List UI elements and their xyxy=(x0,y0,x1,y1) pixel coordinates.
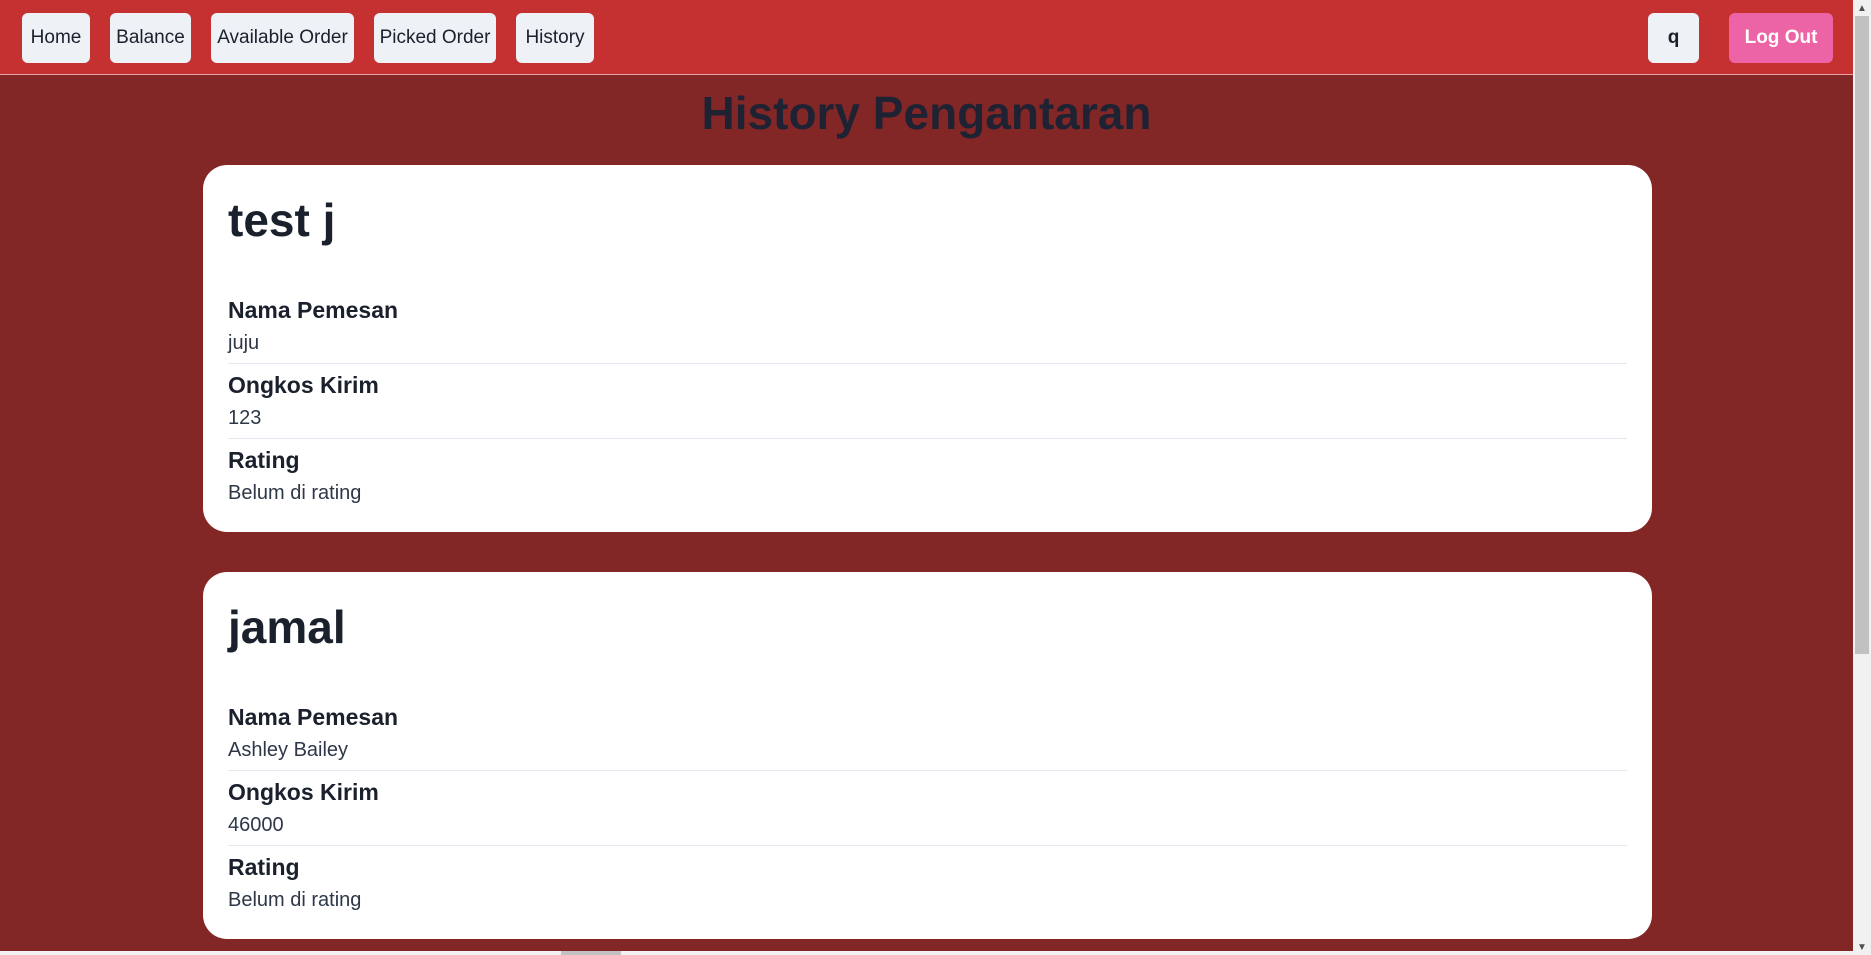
page-title: History Pengantaran xyxy=(701,87,1152,139)
rating-value: Belum di rating xyxy=(228,889,362,911)
customer-label: Nama Pemesan xyxy=(228,297,399,323)
fee-label: Ongkos Kirim xyxy=(228,779,379,805)
order-card: test j Nama Pemesan juju Ongkos Kirim 12… xyxy=(203,165,1652,532)
fee-value: 123 xyxy=(228,407,262,429)
divider xyxy=(228,438,1627,439)
customer-value: juju xyxy=(228,332,260,354)
rating-field: Rating Belum di rating xyxy=(228,446,1627,507)
divider xyxy=(228,363,1627,364)
fee-label: Ongkos Kirim xyxy=(228,372,379,398)
customer-value: Ashley Bailey xyxy=(228,739,349,761)
fee-field: Ongkos Kirim 123 xyxy=(228,371,1627,432)
order-card: jamal Nama Pemesan Ashley Bailey Ongkos … xyxy=(203,572,1652,939)
rating-value: Belum di rating xyxy=(228,482,362,504)
nav-history-button[interactable]: History xyxy=(516,13,594,63)
nav-picked-order-button[interactable]: Picked Order xyxy=(374,13,496,63)
rating-label: Rating xyxy=(228,854,300,880)
scroll-thumb[interactable] xyxy=(1855,16,1869,654)
top-navbar: Home Balance Available Order Picked Orde… xyxy=(0,0,1853,75)
fee-field: Ongkos Kirim 46000 xyxy=(228,778,1627,839)
customer-field: Nama Pemesan Ashley Bailey xyxy=(228,703,1627,764)
rating-label: Rating xyxy=(228,447,300,473)
vertical-scrollbar[interactable]: ▲ ▼ xyxy=(1853,0,1871,955)
scroll-up-arrow-icon[interactable]: ▲ xyxy=(1853,0,1871,16)
app-viewport: Home Balance Available Order Picked Orde… xyxy=(0,0,1853,951)
divider xyxy=(228,770,1627,771)
nav-home-button[interactable]: Home xyxy=(22,13,90,63)
customer-field: Nama Pemesan juju xyxy=(228,296,1627,357)
horizontal-scrollbar[interactable] xyxy=(0,951,1853,955)
divider xyxy=(228,845,1627,846)
rating-field: Rating Belum di rating xyxy=(228,853,1627,914)
logout-button[interactable]: Log Out xyxy=(1729,13,1833,63)
scroll-down-arrow-icon[interactable]: ▼ xyxy=(1853,939,1871,955)
fee-value: 46000 xyxy=(228,814,284,836)
horizontal-scroll-thumb[interactable] xyxy=(561,951,621,955)
nav-balance-button[interactable]: Balance xyxy=(110,13,191,63)
nav-available-order-button[interactable]: Available Order xyxy=(211,13,354,63)
order-title: jamal xyxy=(228,601,346,653)
user-profile-button[interactable]: q xyxy=(1648,13,1699,63)
order-title: test j xyxy=(228,194,336,246)
customer-label: Nama Pemesan xyxy=(228,704,399,730)
